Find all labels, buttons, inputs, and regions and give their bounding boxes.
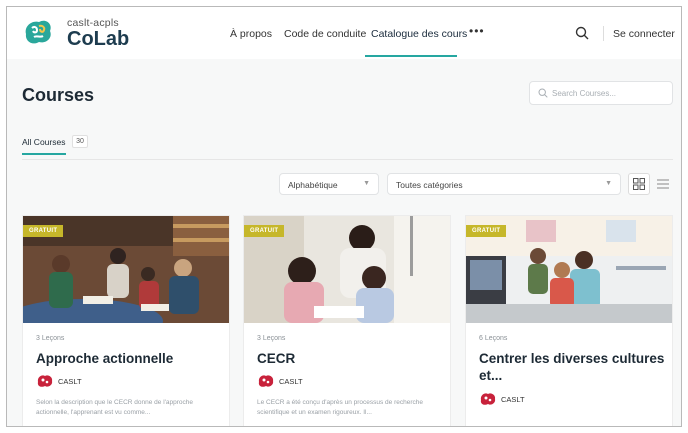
course-image[interactable]: GRATUIT xyxy=(244,216,450,323)
author-name: CASLT xyxy=(279,377,303,386)
category-select-value: Toutes catégories xyxy=(396,180,463,190)
author-icon xyxy=(258,375,274,387)
author-name: CASLT xyxy=(501,395,525,404)
course-image[interactable]: GRATUIT xyxy=(23,216,229,323)
brand-name[interactable]: CoLab xyxy=(67,28,129,51)
course-title[interactable]: Approche actionnelle xyxy=(36,350,222,367)
course-title[interactable]: Centrer les diverses cultures et... xyxy=(479,350,665,384)
lesson-count: 3 Leçons xyxy=(36,335,65,342)
courses-page: Courses All Courses 30 Alphabétique ▼ To… xyxy=(7,59,681,426)
search-icon xyxy=(538,88,548,98)
logo-icon[interactable] xyxy=(22,16,54,48)
free-badge: GRATUIT xyxy=(244,225,285,237)
grid-view-button[interactable] xyxy=(628,173,650,195)
category-select[interactable]: Toutes catégories ▼ xyxy=(387,173,621,195)
author-icon xyxy=(480,393,496,405)
free-badge: GRATUIT xyxy=(23,225,64,237)
author-name: CASLT xyxy=(58,377,82,386)
site-header: caslt-acpls CoLab À propos Code de condu… xyxy=(7,7,681,59)
search-courses-input[interactable] xyxy=(552,86,670,101)
sort-select[interactable]: Alphabétique ▼ xyxy=(279,173,379,195)
lesson-count: 3 Leçons xyxy=(257,335,286,342)
header-divider xyxy=(603,26,604,41)
active-nav-indicator xyxy=(365,55,457,57)
chevron-down-icon: ▼ xyxy=(605,180,612,187)
more-menu-button[interactable]: ••• xyxy=(469,24,485,38)
course-title[interactable]: CECR xyxy=(257,350,443,367)
course-count-badge: 30 xyxy=(72,135,88,148)
free-badge: GRATUIT xyxy=(466,225,507,237)
grid-view-icon xyxy=(633,178,645,190)
sign-in-link[interactable]: Se connecter xyxy=(613,28,675,40)
nav-item-catalogue-des-cours[interactable]: Catalogue des cours xyxy=(371,28,467,40)
list-view-icon xyxy=(657,179,669,189)
sort-select-value: Alphabétique xyxy=(288,180,338,190)
nav-item-code-de-conduite[interactable]: Code de conduite xyxy=(284,28,366,40)
list-view-button[interactable] xyxy=(652,173,674,195)
course-card[interactable]: GRATUIT 3 Leçons Approche actionnelle CA… xyxy=(22,215,230,426)
search-icon[interactable] xyxy=(575,26,589,40)
course-image[interactable]: GRATUIT xyxy=(466,216,672,323)
app-frame: caslt-acpls CoLab À propos Code de condu… xyxy=(6,6,682,427)
course-card[interactable]: GRATUIT 6 Leçons Centrer les diverses cu… xyxy=(465,215,673,426)
author-icon xyxy=(37,375,53,387)
page-title: Courses xyxy=(22,85,95,105)
tabs-divider xyxy=(22,159,673,160)
nav-item-a-propos[interactable]: À propos xyxy=(230,28,272,40)
course-description: Selon la description que le CECR donne d… xyxy=(36,399,193,416)
chevron-down-icon: ▼ xyxy=(363,180,370,187)
lesson-count: 6 Leçons xyxy=(479,335,508,342)
course-description: Le CECR a été conçu d'après un processus… xyxy=(257,399,424,416)
active-tab-indicator xyxy=(22,153,66,155)
course-card[interactable]: GRATUIT 3 Leçons CECR CASLT Le CECR a ét… xyxy=(243,215,451,426)
tab-all-courses[interactable]: All Courses xyxy=(22,137,65,147)
search-courses-field[interactable] xyxy=(529,81,673,105)
